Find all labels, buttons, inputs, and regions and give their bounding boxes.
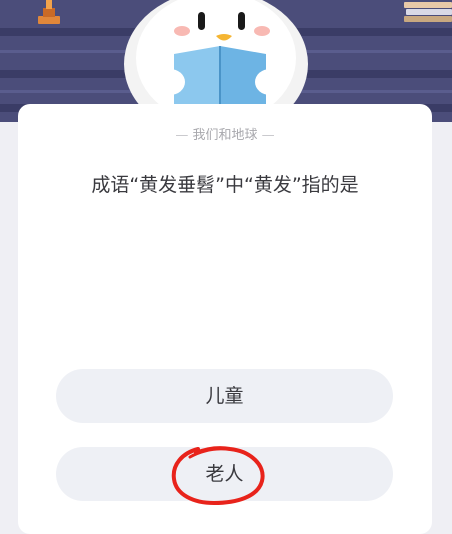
category-dash-left: — [175,128,189,143]
answer-option-children[interactable]: 儿童 [56,369,393,423]
books-icon [404,2,452,22]
category-label: — 我们和地球 — [18,124,432,143]
question-text: 成语“黄发垂髫”中“黄发”指的是 [91,174,359,196]
category-text: 我们和地球 [192,128,258,143]
category-dash-right: — [261,128,275,143]
trophy-icon [38,0,60,24]
red-circle-annotation [171,446,265,506]
